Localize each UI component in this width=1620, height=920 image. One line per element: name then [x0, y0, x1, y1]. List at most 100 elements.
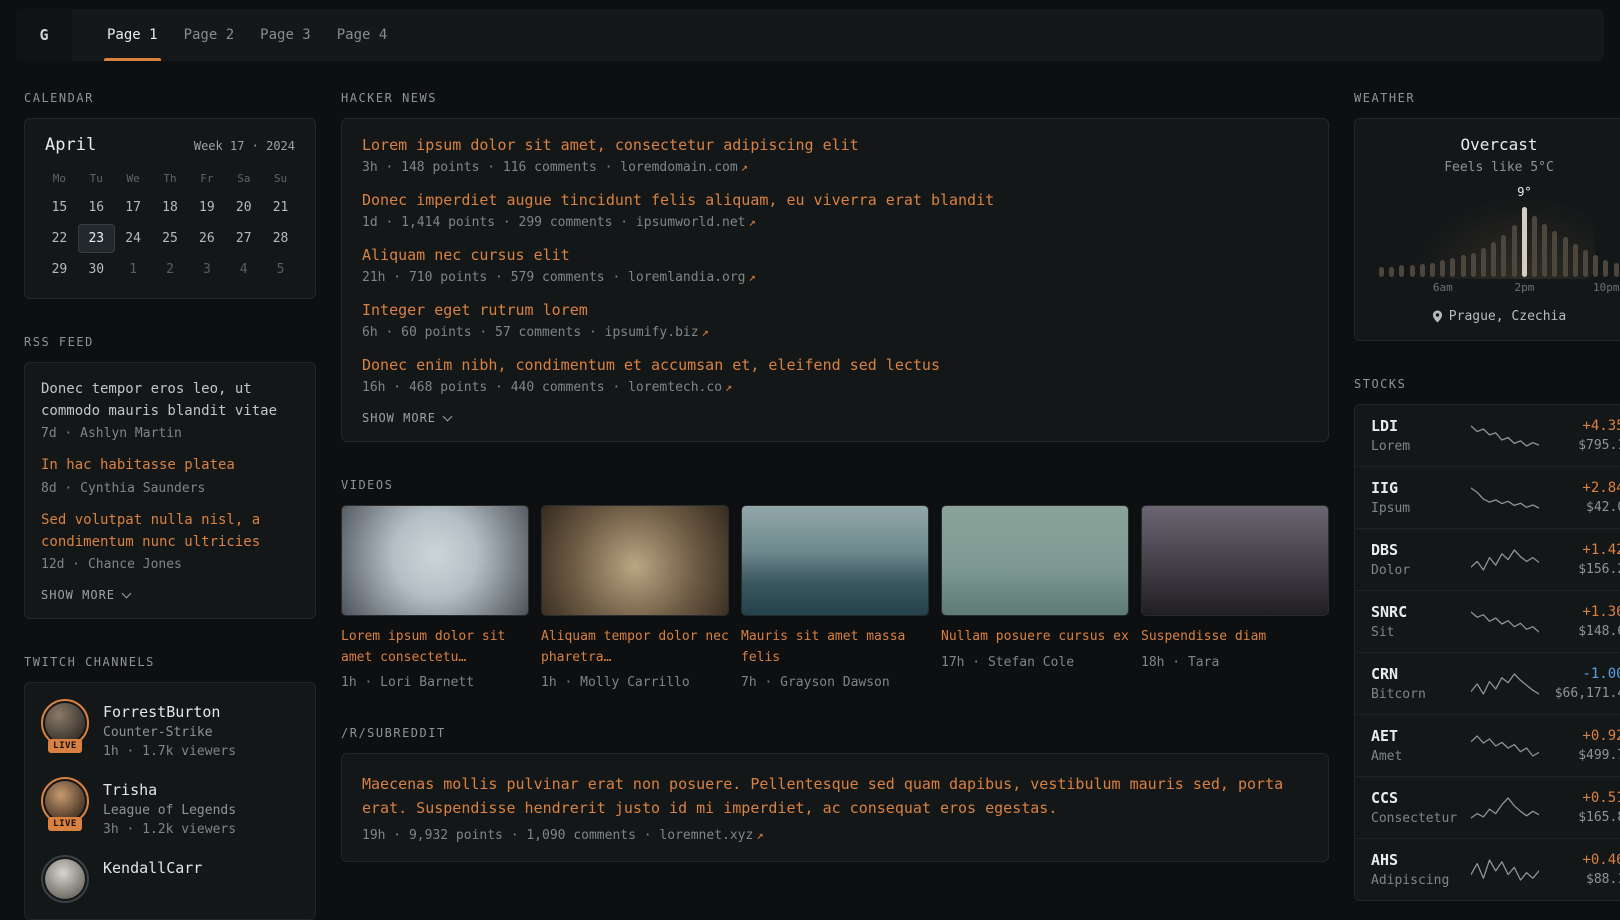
video-thumbnail[interactable]	[1141, 505, 1329, 616]
hn-item-title[interactable]: Lorem ipsum dolor sit amet, consectetur …	[362, 135, 1308, 156]
calendar-day: 5	[262, 255, 299, 284]
calendar-day: 3	[188, 255, 225, 284]
calendar-day: 21	[262, 193, 299, 222]
weather-bar	[1552, 231, 1557, 277]
stock-price: $148.64	[1549, 624, 1620, 639]
twitch-channel[interactable]: LIVE ForrestBurton Counter-Strike 1h · 1…	[41, 699, 299, 759]
hn-item: Donec imperdiet augue tincidunt felis al…	[362, 190, 1308, 230]
page-tabs: Page 1 Page 2 Page 3 Page 4	[94, 9, 400, 61]
weather-bar	[1512, 225, 1517, 277]
calendar-section: CALENDAR April Week 17 · 2024 MoTuWeThFr…	[24, 91, 316, 299]
stock-row[interactable]: DBS Dolor +1.42% $156.28	[1355, 528, 1620, 590]
video-title[interactable]: Lorem ipsum dolor sit amet consectetu…	[341, 627, 529, 668]
hn-item-title[interactable]: Donec imperdiet augue tincidunt felis al…	[362, 190, 1308, 211]
calendar-day: 16	[78, 193, 115, 222]
rss-item-title[interactable]: Sed volutpat nulla nisl, a condimentum n…	[41, 510, 299, 553]
stock-price: $165.84	[1549, 810, 1620, 825]
rss-widget: Donec tempor eros leo, ut commodo mauris…	[24, 362, 316, 619]
calendar-day: 17	[115, 193, 152, 222]
video-thumbnail[interactable]	[341, 505, 529, 616]
calendar-day-header: We	[115, 165, 152, 191]
stock-change: +1.42%	[1549, 542, 1620, 558]
stock-symbol: CCS	[1371, 789, 1461, 807]
stock-row[interactable]: CRN Bitcorn -1.00% $66,171.48	[1355, 652, 1620, 714]
external-link-icon: ↗	[749, 215, 756, 229]
video-thumbnail[interactable]	[941, 505, 1129, 616]
tab-page-1[interactable]: Page 1	[94, 9, 171, 61]
weather-bar	[1399, 265, 1404, 277]
video-title[interactable]: Aliquam tempor dolor nec pharetra…	[541, 627, 729, 668]
tab-page-2[interactable]: Page 2	[171, 9, 248, 61]
weather-time-label: 6am	[1433, 281, 1453, 294]
twitch-channel-name[interactable]: KendallCarr	[103, 855, 202, 877]
twitch-channel-game: League of Legends	[103, 803, 236, 818]
stock-sparkline	[1471, 733, 1539, 759]
twitch-channel-name[interactable]: ForrestBurton	[103, 699, 236, 721]
videos-row: Lorem ipsum dolor sit amet consectetu… 1…	[341, 505, 1329, 690]
subreddit-post-title[interactable]: Maecenas mollis pulvinar erat non posuer…	[362, 772, 1308, 820]
tab-page-3[interactable]: Page 3	[247, 9, 324, 61]
stock-id: CRN Bitcorn	[1371, 665, 1461, 702]
hn-item-title[interactable]: Integer eget rutrum lorem	[362, 300, 1308, 321]
external-link-icon: ↗	[741, 160, 748, 174]
hn-show-more-button[interactable]: SHOW MORE	[362, 411, 1308, 425]
video-title[interactable]: Nullam posuere cursus ex	[941, 627, 1129, 648]
calendar-day: 19	[188, 193, 225, 222]
stock-id: DBS Dolor	[1371, 541, 1461, 578]
stock-row[interactable]: LDI Lorem +4.35% $795.18	[1355, 405, 1620, 466]
weather-bar	[1379, 267, 1384, 277]
rss-item-title[interactable]: Donec tempor eros leo, ut commodo mauris…	[41, 379, 299, 422]
tab-page-4[interactable]: Page 4	[324, 9, 401, 61]
weather-section: WEATHER Overcast Feels like 5°C 9° 6am 2…	[1354, 91, 1620, 341]
dashboard-grid: CALENDAR April Week 17 · 2024 MoTuWeThFr…	[0, 61, 1620, 920]
video-thumbnail[interactable]	[541, 505, 729, 616]
hackernews-section-title: HACKER NEWS	[341, 91, 1329, 105]
twitch-channel-info: Trisha League of Legends 3h · 1.2k viewe…	[103, 777, 236, 837]
stock-sparkline	[1471, 609, 1539, 635]
top-nav: G Page 1 Page 2 Page 3 Page 4	[16, 9, 1604, 61]
weather-bar	[1603, 260, 1608, 277]
rss-item-title[interactable]: In hac habitasse platea	[41, 455, 299, 477]
hn-item-meta-text: 21h · 710 points · 579 comments · loreml…	[362, 270, 746, 285]
calendar-day: 29	[41, 255, 78, 284]
external-link-icon: ↗	[725, 380, 732, 394]
app-logo[interactable]: G	[16, 9, 72, 61]
weather-bars	[1379, 205, 1619, 277]
stocks-widget: LDI Lorem +4.35% $795.18 IIG Ipsum	[1354, 404, 1620, 901]
stock-price: $795.18	[1549, 438, 1620, 453]
twitch-channel[interactable]: KendallCarr	[41, 855, 299, 903]
stock-row[interactable]: AET Amet +0.92% $499.72	[1355, 714, 1620, 776]
video-thumbnail[interactable]	[741, 505, 929, 616]
stock-symbol: AHS	[1371, 851, 1461, 869]
stock-row[interactable]: CCS Consectetur +0.51% $165.84	[1355, 776, 1620, 838]
stock-row[interactable]: SNRC Sit +1.36% $148.64	[1355, 590, 1620, 652]
video-title[interactable]: Suspendisse diam	[1141, 627, 1329, 648]
stock-symbol: SNRC	[1371, 603, 1461, 621]
subreddit-section-title: /R/SUBREDDIT	[341, 726, 1329, 740]
twitch-avatar-wrap: LIVE	[41, 777, 89, 831]
video-meta: 1h · Molly Carrillo	[541, 675, 729, 690]
stock-row[interactable]: AHS Adipiscing +0.46% $88.10	[1355, 838, 1620, 900]
hn-item-title[interactable]: Donec enim nibh, condimentum et accumsan…	[362, 355, 1308, 376]
hn-item-title[interactable]: Aliquam nec cursus elit	[362, 245, 1308, 266]
stock-values: +1.36% $148.64	[1549, 604, 1620, 639]
stock-row[interactable]: IIG Ipsum +2.84% $42.04	[1355, 466, 1620, 528]
stock-sparkline	[1471, 795, 1539, 821]
twitch-channel[interactable]: LIVE Trisha League of Legends 3h · 1.2k …	[41, 777, 299, 837]
external-link-icon: ↗	[756, 828, 763, 842]
stock-values: +1.42% $156.28	[1549, 542, 1620, 577]
twitch-channel-meta: 3h · 1.2k viewers	[103, 822, 236, 837]
rss-item: In hac habitasse platea 8d · Cynthia Sau…	[41, 455, 299, 496]
video-title[interactable]: Mauris sit amet massa felis	[741, 627, 929, 668]
subreddit-widget: Maecenas mollis pulvinar erat non posuer…	[341, 753, 1329, 862]
weather-bar	[1532, 216, 1537, 277]
rss-show-more-button[interactable]: SHOW MORE	[41, 588, 299, 602]
videos-section-title: VIDEOS	[341, 478, 1329, 492]
video-card: Suspendisse diam 18h · Tara	[1141, 505, 1329, 690]
stock-values: -1.00% $66,171.48	[1549, 666, 1620, 701]
twitch-channel-name[interactable]: Trisha	[103, 777, 236, 799]
stock-change: +0.46%	[1549, 852, 1620, 868]
stock-name: Dolor	[1371, 563, 1461, 578]
calendar-day: 22	[41, 224, 78, 253]
videos-section: VIDEOS Lorem ipsum dolor sit amet consec…	[341, 478, 1329, 690]
